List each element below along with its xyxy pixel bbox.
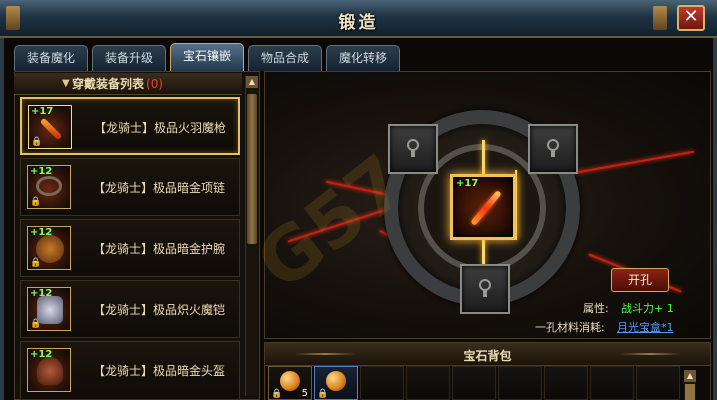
lock-icon: 🔒: [31, 137, 43, 147]
title-bar: 锻造 ✕: [0, 0, 717, 38]
window-title: 锻造: [338, 13, 379, 33]
gem-slot[interactable]: [360, 366, 404, 400]
gem-slot[interactable]: [406, 366, 450, 400]
equipment-item[interactable]: +17 🔒 【龙骑士】极品火羽魔枪: [20, 97, 240, 155]
gem-slot[interactable]: [452, 366, 496, 400]
selected-equipment-slot[interactable]: +17: [450, 174, 516, 240]
gem-slot[interactable]: [498, 366, 542, 400]
gem-bag-scrollbar[interactable]: ▲: [684, 370, 696, 400]
lock-icon: 🔒: [271, 389, 283, 399]
gem-bag-grid: 🔒 5 🔒: [264, 366, 711, 400]
center-enhance-level: +17: [456, 178, 479, 189]
material-cost-label: 一孔材料消耗:: [535, 321, 605, 334]
gem-quantity: 5: [301, 388, 308, 399]
gem-socket-top-right[interactable]: [528, 124, 578, 174]
glow-line: [482, 240, 485, 266]
gem-socket-bottom[interactable]: [460, 264, 510, 314]
helmet-icon: +12: [27, 348, 71, 392]
lock-icon: 🔒: [317, 389, 329, 399]
equipment-item-name: 【龙骑士】极品炽火魔铠: [93, 303, 226, 317]
gem-slot[interactable]: [636, 366, 680, 400]
tab-gem-inlay[interactable]: 宝石镶嵌: [170, 43, 244, 71]
lava-crack: [565, 150, 695, 176]
gem-socket-top-left[interactable]: [388, 124, 438, 174]
tab-equip-upgrade[interactable]: 装备升级: [92, 45, 166, 71]
open-socket-button[interactable]: 开孔: [611, 268, 669, 292]
keyhole-icon: [479, 279, 491, 297]
lock-icon: 🔒: [30, 197, 42, 207]
tab-equip-enchant[interactable]: 装备魔化: [14, 45, 88, 71]
equipment-item-name: 【龙骑士】极品暗金头盔: [93, 364, 226, 378]
equipment-item[interactable]: +12 🔒 【龙骑士】极品暗金护腕: [20, 219, 240, 277]
attribute-value: 战斗力+ 1: [621, 302, 674, 315]
gem-slot[interactable]: [590, 366, 634, 400]
equipment-item-name: 【龙骑士】极品暗金护腕: [93, 242, 226, 256]
enhance-level: +12: [30, 166, 53, 177]
enhance-level: +17: [31, 106, 54, 117]
tab-bar: 装备魔化 装备升级 宝石镶嵌 物品合成 魔化转移: [14, 43, 400, 71]
spear-icon: [470, 189, 502, 227]
equipment-item[interactable]: +12 🔒 【龙骑士】极品炽火魔铠: [20, 280, 240, 338]
gem-bag-title: 宝石背包: [463, 349, 512, 363]
equipment-item-name: 【龙骑士】极品火羽魔枪: [94, 121, 227, 135]
enhance-level: +12: [30, 227, 53, 238]
scroll-up-icon[interactable]: ▲: [684, 370, 696, 382]
enhance-level: +12: [30, 349, 53, 360]
gem-slot[interactable]: [544, 366, 588, 400]
gem-icon: [326, 371, 346, 391]
tab-enchant-transfer[interactable]: 魔化转移: [326, 45, 400, 71]
equipment-list-count: (0): [146, 77, 164, 91]
scroll-thumb[interactable]: [247, 94, 257, 244]
equipment-item[interactable]: +12 【龙骑士】极品暗金头盔: [20, 341, 240, 400]
equipment-item[interactable]: +12 🔒 【龙骑士】极品暗金项链: [20, 158, 240, 216]
close-button[interactable]: ✕: [677, 5, 705, 31]
gem-slot[interactable]: 🔒: [314, 366, 358, 400]
gem-icon: [280, 371, 300, 391]
scroll-up-icon[interactable]: ▲: [246, 76, 258, 88]
collapse-arrow-icon[interactable]: ▼: [62, 73, 70, 95]
enhance-level: +12: [30, 288, 53, 299]
lock-icon: 🔒: [30, 258, 42, 268]
equipment-list-title: 穿戴装备列表: [72, 77, 145, 91]
keyhole-icon: [407, 139, 419, 157]
equipment-list-header[interactable]: ▼ 穿戴装备列表 (0): [14, 73, 242, 95]
bracer-icon: +12 🔒: [27, 226, 71, 270]
material-cost-link[interactable]: 月光宝盒*1: [617, 319, 674, 335]
gem-bag-header: 宝石背包: [264, 342, 711, 366]
necklace-icon: +12 🔒: [27, 165, 71, 209]
keyhole-icon: [547, 139, 559, 157]
tab-item-synthesis[interactable]: 物品合成: [248, 45, 322, 71]
attribute-label: 属性:: [583, 302, 609, 315]
gem-slot[interactable]: 🔒 5: [268, 366, 312, 400]
glow-line: [482, 140, 485, 176]
lock-icon: 🔒: [30, 319, 42, 329]
armor-icon: +12 🔒: [27, 287, 71, 331]
spear-icon: +17 🔒: [28, 105, 72, 149]
equipment-item-name: 【龙骑士】极品暗金项链: [93, 181, 226, 195]
scroll-thumb[interactable]: [685, 384, 695, 400]
equipment-list-scrollbar[interactable]: ▲: [245, 76, 258, 396]
